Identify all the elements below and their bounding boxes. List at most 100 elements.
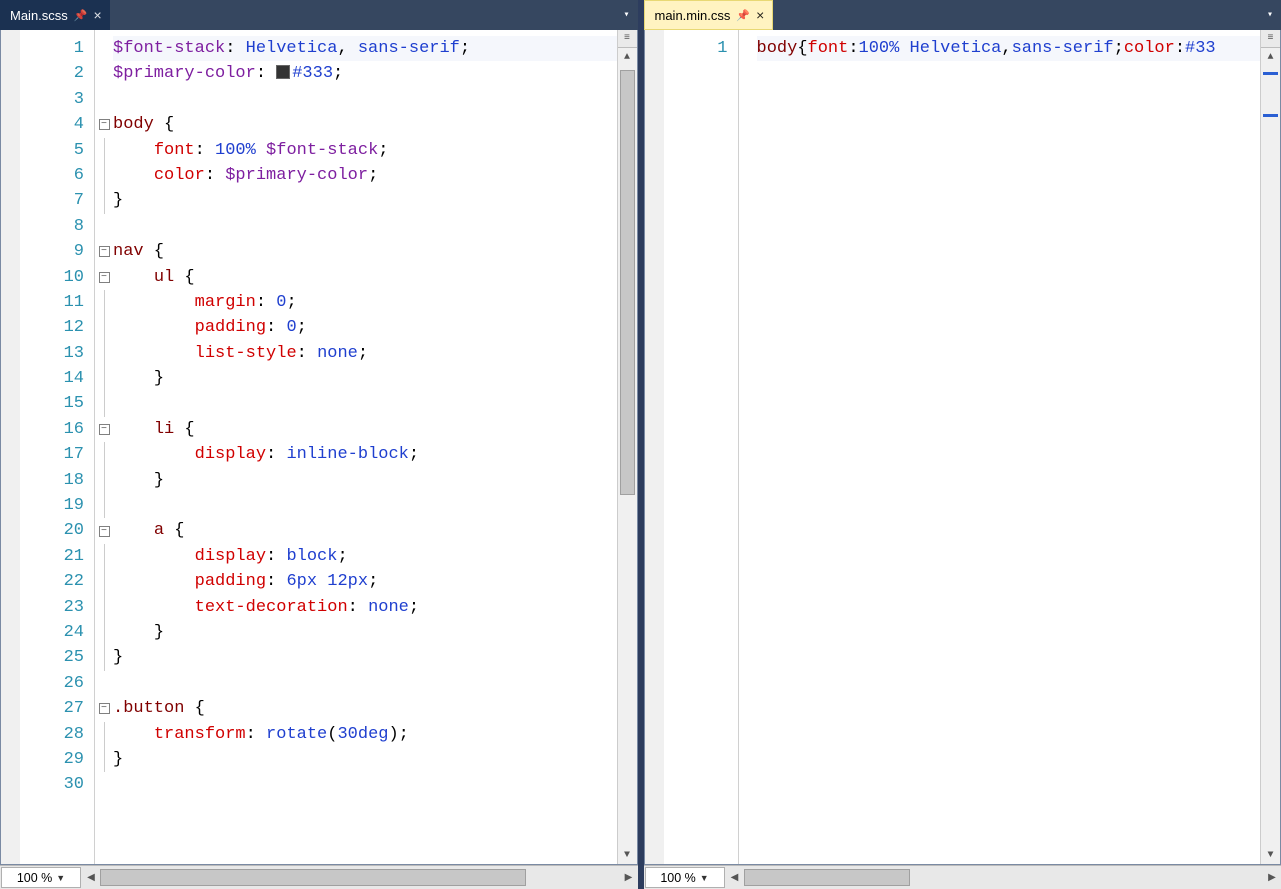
editor-body-left[interactable]: 1234567891011121314151617181920212223242… <box>0 30 638 865</box>
close-icon[interactable]: × <box>756 8 764 22</box>
split-window-icon[interactable]: ≡ <box>1261 30 1280 48</box>
fold-cell[interactable]: − <box>95 112 113 137</box>
fold-column[interactable] <box>739 30 757 864</box>
token-val: inline-block <box>286 445 408 464</box>
code-line[interactable]: display: inline-block; <box>113 442 617 467</box>
code-line[interactable]: color: $primary-color; <box>113 163 617 188</box>
code-line[interactable]: } <box>113 188 617 213</box>
line-number: 19 <box>20 493 94 518</box>
scrollbar-track[interactable] <box>618 66 637 846</box>
fold-cell <box>95 569 113 594</box>
token-prop: margin <box>195 293 256 312</box>
scroll-right-icon[interactable]: ▶ <box>1263 866 1281 889</box>
code-line[interactable] <box>113 391 617 416</box>
code-line[interactable]: $primary-color: #333; <box>113 61 617 86</box>
tab-main-min-css[interactable]: main.min.css 📌 × <box>644 0 774 30</box>
editor-body-right[interactable]: 1 body{font:100% Helvetica,sans-serif;co… <box>644 30 1281 865</box>
horizontal-scrollbar[interactable]: ◀ ▶ <box>82 866 638 889</box>
fold-column[interactable]: − − − − − − <box>95 30 113 864</box>
pin-icon[interactable]: 📌 <box>74 9 88 22</box>
code-line[interactable]: display: block; <box>113 544 617 569</box>
code-line[interactable]: } <box>113 468 617 493</box>
scroll-left-icon[interactable]: ◀ <box>82 866 100 889</box>
code-line[interactable]: padding: 0; <box>113 315 617 340</box>
code-line[interactable]: padding: 6px 12px; <box>113 569 617 594</box>
fold-toggle-icon[interactable]: − <box>99 246 110 257</box>
code-line[interactable]: nav { <box>113 239 617 264</box>
code-line[interactable] <box>113 671 617 696</box>
token-punc: : <box>348 598 368 617</box>
horizontal-scrollbar[interactable]: ◀ ▶ <box>726 866 1281 889</box>
h-scrollbar-track[interactable] <box>744 866 1264 889</box>
code-line[interactable]: margin: 0; <box>113 290 617 315</box>
token-punc: ; <box>409 598 419 617</box>
fold-toggle-icon[interactable]: − <box>99 119 110 130</box>
code-line[interactable]: $font-stack: Helvetica, sans-serif; <box>113 36 617 61</box>
token-plain <box>113 572 195 591</box>
vertical-scrollbar[interactable]: ≡ ▲ ▼ <box>1260 30 1280 864</box>
pin-icon[interactable]: 📌 <box>736 9 750 22</box>
scroll-up-icon[interactable]: ▲ <box>1261 48 1280 66</box>
code-line[interactable]: transform: rotate(30deg); <box>113 722 617 747</box>
scrollbar-track[interactable] <box>1261 66 1280 846</box>
scrollbar-thumb[interactable] <box>620 70 635 495</box>
scroll-left-icon[interactable]: ◀ <box>726 866 744 889</box>
code-line[interactable] <box>113 214 617 239</box>
line-number: 26 <box>20 671 94 696</box>
tab-overflow-dropdown[interactable]: ▾ <box>1259 0 1281 30</box>
code-line[interactable]: a { <box>113 518 617 543</box>
token-plain <box>113 318 195 337</box>
code-line[interactable]: } <box>113 620 617 645</box>
scroll-down-icon[interactable]: ▼ <box>618 846 637 864</box>
token-punc: : <box>266 547 286 566</box>
scroll-right-icon[interactable]: ▶ <box>620 866 638 889</box>
line-number: 30 <box>20 772 94 797</box>
fold-cell[interactable]: − <box>95 417 113 442</box>
code-line[interactable] <box>113 493 617 518</box>
token-punc: } <box>154 623 164 642</box>
code-line[interactable]: body { <box>113 112 617 137</box>
code-line[interactable]: body{font:100% Helvetica,sans-serif;colo… <box>757 36 1261 61</box>
h-scrollbar-thumb[interactable] <box>100 869 526 886</box>
fold-cell[interactable]: − <box>95 518 113 543</box>
close-icon[interactable]: × <box>94 8 102 22</box>
code-area-right[interactable]: body{font:100% Helvetica,sans-serif;colo… <box>757 30 1261 864</box>
tab-main-scss[interactable]: Main.scss 📌 × <box>0 0 110 30</box>
zoom-dropdown[interactable]: 100 % ▼ <box>645 867 725 888</box>
tab-overflow-dropdown[interactable]: ▾ <box>616 0 638 30</box>
split-window-icon[interactable]: ≡ <box>618 30 637 48</box>
token-punc: : <box>225 39 245 58</box>
code-line[interactable]: li { <box>113 417 617 442</box>
h-scrollbar-thumb[interactable] <box>744 869 910 886</box>
fold-cell[interactable]: − <box>95 239 113 264</box>
scroll-down-icon[interactable]: ▼ <box>1261 846 1280 864</box>
token-num: 30deg <box>337 725 388 744</box>
line-number: 2 <box>20 61 94 86</box>
code-line[interactable]: font: 100% $font-stack; <box>113 138 617 163</box>
code-area-left[interactable]: $font-stack: Helvetica, sans-serif;$prim… <box>113 30 617 864</box>
vertical-scrollbar[interactable]: ≡ ▲ ▼ <box>617 30 637 864</box>
code-line[interactable]: } <box>113 366 617 391</box>
fold-cell[interactable]: − <box>95 696 113 721</box>
code-line[interactable]: } <box>113 645 617 670</box>
token-punc: } <box>113 750 123 769</box>
fold-toggle-icon[interactable]: − <box>99 272 110 283</box>
fold-cell <box>95 391 113 416</box>
code-line[interactable]: .button { <box>113 696 617 721</box>
zoom-dropdown[interactable]: 100 % ▼ <box>1 867 81 888</box>
code-line[interactable]: list-style: none; <box>113 341 617 366</box>
scroll-up-icon[interactable]: ▲ <box>618 48 637 66</box>
code-line[interactable] <box>113 772 617 797</box>
token-val: Helvetica <box>910 39 1002 58</box>
fold-cell[interactable]: − <box>95 265 113 290</box>
code-line[interactable]: text-decoration: none; <box>113 595 617 620</box>
code-line[interactable]: ul { <box>113 265 617 290</box>
fold-toggle-icon[interactable]: − <box>99 703 110 714</box>
fold-toggle-icon[interactable]: − <box>99 424 110 435</box>
h-scrollbar-track[interactable] <box>100 866 620 889</box>
token-val: 100% <box>215 141 256 160</box>
code-line[interactable] <box>113 87 617 112</box>
code-line[interactable]: } <box>113 747 617 772</box>
line-number: 1 <box>664 36 738 61</box>
fold-toggle-icon[interactable]: − <box>99 526 110 537</box>
